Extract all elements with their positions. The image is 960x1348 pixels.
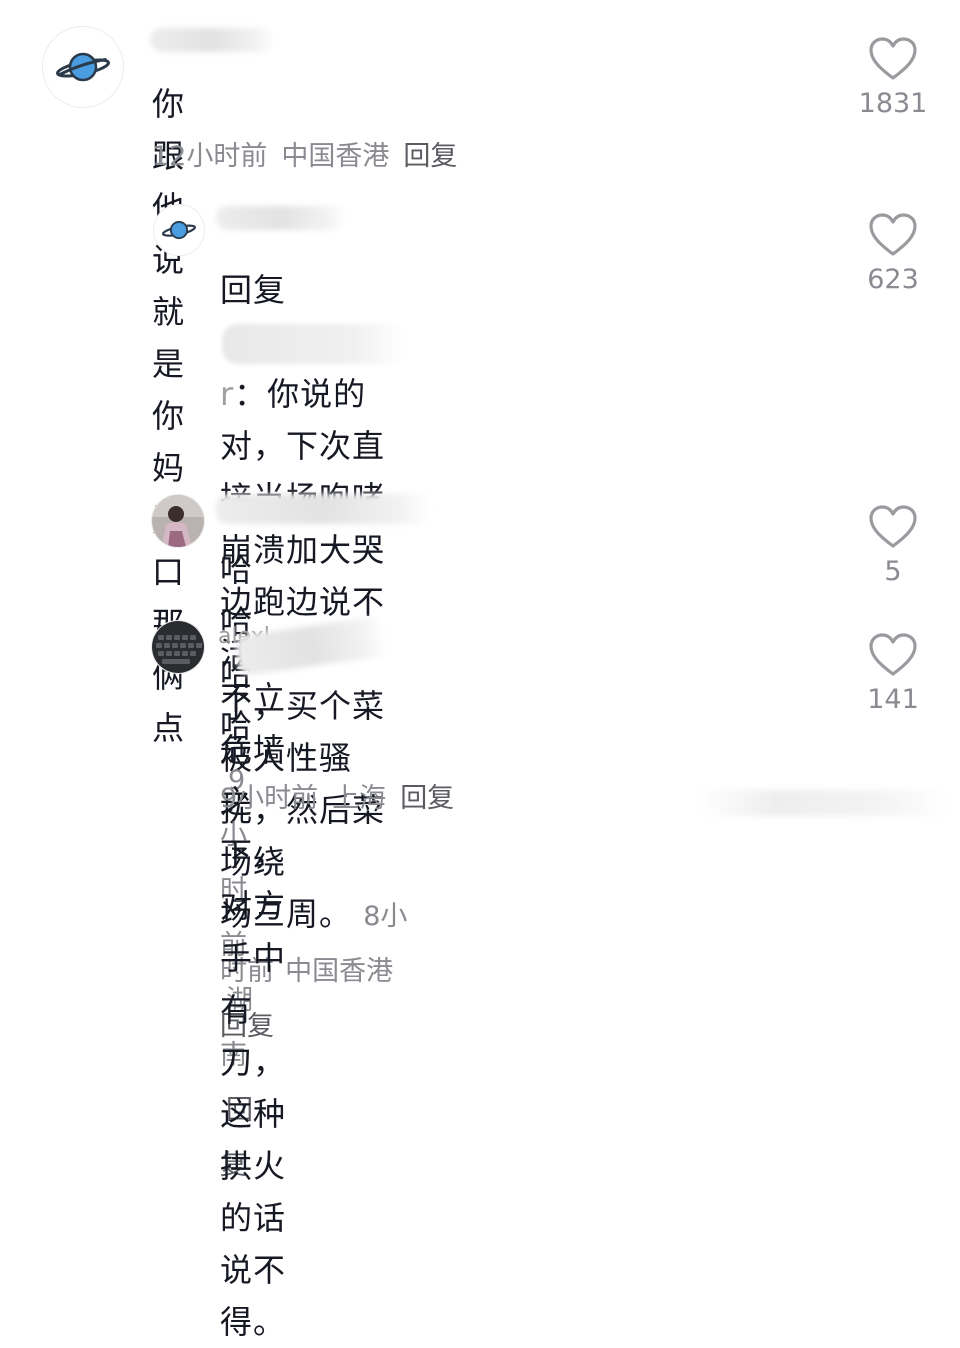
comment-meta: 12小时前 中国香港 回复 bbox=[152, 134, 471, 173]
comment-text: 不立危墙之下，对方手中有刀，这种 拱火的话说不得。 bbox=[220, 672, 286, 1348]
text-line: 回复r：你说的对，下次直 bbox=[220, 264, 409, 472]
like-button[interactable]: 1831 bbox=[858, 36, 928, 119]
reply-button[interactable]: 回复 bbox=[403, 141, 457, 172]
comment-location: 中国香港 bbox=[285, 956, 394, 987]
avatar[interactable] bbox=[151, 494, 205, 548]
avatar[interactable] bbox=[151, 620, 205, 674]
heart-icon bbox=[869, 37, 917, 80]
like-count: 141 bbox=[867, 684, 919, 715]
like-button[interactable]: 5 bbox=[858, 504, 928, 587]
like-button[interactable]: 623 bbox=[858, 212, 928, 295]
username-masked[interactable] bbox=[150, 28, 275, 52]
planet-icon bbox=[154, 205, 204, 255]
comment-time: 12小时前 bbox=[152, 141, 268, 172]
comment-location: 上海 bbox=[332, 783, 387, 814]
heart-icon bbox=[869, 633, 917, 676]
like-count: 1831 bbox=[858, 88, 928, 119]
person-photo-icon bbox=[152, 495, 204, 547]
like-count: 623 bbox=[867, 264, 919, 295]
like-button[interactable]: 141 bbox=[858, 632, 928, 715]
heart-icon bbox=[869, 213, 917, 256]
mention-fragment: r bbox=[220, 375, 235, 413]
comment-meta: 9小时前 上海 回复 bbox=[220, 776, 468, 815]
watermark-fade bbox=[700, 790, 950, 816]
text-line-2: 拱火的话说不得。 bbox=[220, 1147, 287, 1341]
avatar[interactable] bbox=[153, 204, 205, 256]
comment-location: 中国香港 bbox=[281, 141, 390, 172]
reply-colon: ： bbox=[234, 375, 268, 413]
comment-time: 9小时前 bbox=[220, 783, 319, 814]
reply-button[interactable]: 回复 bbox=[400, 783, 454, 814]
like-count: 5 bbox=[884, 556, 902, 587]
keyboard-photo-icon bbox=[152, 621, 204, 673]
username-masked[interactable] bbox=[216, 206, 346, 230]
text-line-1: 不立危墙之下，对方手中有刀，这种 bbox=[220, 679, 287, 1133]
avatar[interactable] bbox=[42, 26, 124, 108]
masked-mention bbox=[222, 324, 407, 364]
planet-icon bbox=[43, 27, 123, 107]
reply-prefix: 回复 bbox=[220, 271, 287, 309]
heart-icon bbox=[869, 505, 917, 548]
username-masked[interactable] bbox=[216, 494, 431, 524]
